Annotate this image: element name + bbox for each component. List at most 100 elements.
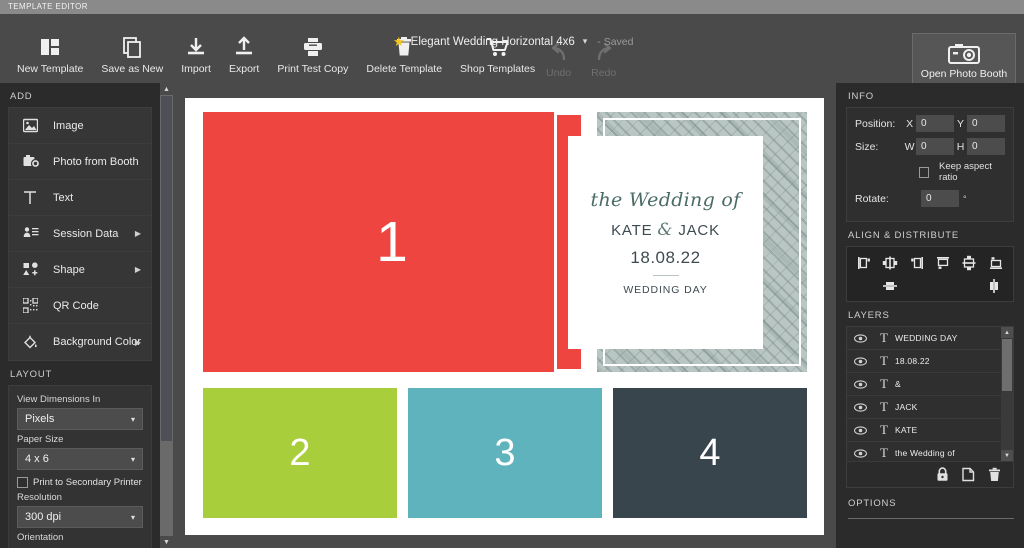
secondary-printer-checkbox-row[interactable]: Print to Secondary Printer [17,477,143,488]
chevron-right-icon: ▶ [135,229,141,238]
canvas-area[interactable]: 1 the Wedding of KATE & JACK 18.08.22 WE… [173,83,836,548]
placeholder-number: 2 [289,434,310,472]
align-bottom-icon[interactable] [984,252,1008,274]
template-editor-window: TEMPLATE EDITOR – ❐ ✕ New Template Save … [0,0,1024,548]
distribute-vertical-icon[interactable] [983,275,1005,297]
align-top-icon[interactable] [931,252,955,274]
lock-icon[interactable] [936,467,949,482]
eye-icon[interactable] [847,426,873,435]
add-item-qr-code[interactable]: QR Code [9,288,151,324]
text-layer-icon: T [873,399,895,415]
shop-templates-label: Shop Templates [460,63,535,75]
print-test-copy-label: Print Test Copy [277,63,348,75]
export-button[interactable]: Export [220,34,268,75]
photo-placeholder-2[interactable]: 2 [203,388,397,518]
layer-name: JACK [895,402,918,412]
align-center-horizontal-icon[interactable] [878,252,902,274]
add-item-label: Photo from Booth [53,156,139,168]
scroll-down-icon[interactable]: ▼ [160,536,173,548]
position-row: Position: X Y [855,115,1005,132]
template-paper[interactable]: 1 the Wedding of KATE & JACK 18.08.22 WE… [185,98,824,535]
add-item-shape[interactable]: Shape ▶ [9,252,151,288]
chevron-down-icon[interactable]: ▾ [583,36,588,47]
add-item-text[interactable]: Text [9,180,151,216]
layers-list[interactable]: T WEDDING DAY T 18.08.22 T & [847,327,1013,461]
new-template-button[interactable]: New Template [8,34,92,75]
save-as-new-button[interactable]: Save as New [92,34,172,75]
align-middle-vertical-icon[interactable] [957,252,981,274]
layer-name: WEDDING DAY [895,333,958,343]
scroll-up-icon[interactable]: ▲ [1001,327,1013,338]
add-item-photo-from-booth[interactable]: Photo from Booth [9,144,151,180]
layer-row[interactable]: T KATE [847,419,1013,442]
paper-size-value: 4 x 6 [25,453,49,465]
add-item-background-color[interactable]: Background Color ▶ [9,324,151,360]
options-section-heading: OPTIONS [848,498,1012,509]
qr-code-icon [23,298,49,313]
layer-row[interactable]: T the Wedding of [847,442,1013,461]
info-panel: Position: X Y Size: W H Keep aspect rati… [846,107,1014,222]
add-item-label: Background Color [53,336,141,348]
import-label: Import [181,63,211,75]
eye-icon[interactable] [847,380,873,389]
document-name[interactable]: Elegant Wedding Horizontal 4x6 [411,36,575,48]
eye-icon[interactable] [847,357,873,366]
layer-row[interactable]: T JACK [847,396,1013,419]
layers-panel: T WEDDING DAY T 18.08.22 T & [846,326,1014,488]
save-status: - Saved [597,36,633,48]
delete-trash-icon[interactable] [988,467,1001,482]
rotate-input[interactable] [921,190,959,207]
position-x-input[interactable] [916,115,954,132]
size-w-input[interactable] [916,138,954,155]
photo-placeholder-3[interactable]: 3 [408,388,602,518]
layer-name: KATE [895,425,917,435]
scrollbar-thumb[interactable] [161,96,172,441]
layer-row[interactable]: T WEDDING DAY [847,327,1013,350]
eye-icon[interactable] [847,403,873,412]
photo-placeholder-4[interactable]: 4 [613,388,807,518]
add-item-session-data[interactable]: Session Data ▶ [9,216,151,252]
size-h-input[interactable] [967,138,1005,155]
layer-row[interactable]: T & [847,373,1013,396]
keep-aspect-ratio-checkbox[interactable] [919,167,929,178]
wedding-script-line[interactable]: the Wedding of [591,189,741,211]
print-test-copy-button[interactable]: Print Test Copy [268,34,357,75]
wedding-subtitle[interactable]: WEDDING DAY [623,284,707,296]
align-left-icon[interactable] [852,252,876,274]
ampersand[interactable]: & [657,220,673,240]
view-dimensions-select[interactable]: Pixels ▾ [17,408,143,430]
duplicate-icon[interactable] [962,467,975,482]
window-titlebar: TEMPLATE EDITOR [0,0,1024,14]
position-y-input[interactable] [967,115,1005,132]
keep-aspect-ratio-row[interactable]: Keep aspect ratio [919,161,1005,183]
photo-placeholder-1[interactable]: 1 [203,112,581,372]
eye-icon[interactable] [847,449,873,458]
text-layer-icon: T [873,353,895,369]
left-sidebar-scrollbar[interactable]: ▲ ▼ [160,83,173,548]
scrollbar-thumb[interactable] [1002,339,1012,391]
secondary-printer-checkbox[interactable] [17,477,28,488]
name-right[interactable]: JACK [678,222,720,239]
distribute-horizontal-icon[interactable] [879,275,901,297]
scroll-up-icon[interactable]: ▲ [160,83,173,95]
scroll-down-icon[interactable]: ▼ [1001,450,1013,461]
layer-row[interactable]: T 18.08.22 [847,350,1013,373]
align-right-icon[interactable] [905,252,929,274]
wedding-date[interactable]: 18.08.22 [630,248,700,268]
import-button[interactable]: Import [172,34,220,75]
align-section-heading: ALIGN & DISTRIBUTE [836,222,1024,246]
shape-icon [23,262,49,277]
name-left[interactable]: KATE [611,222,652,239]
layers-scrollbar[interactable]: ▲ ▼ [1001,327,1013,461]
eye-icon[interactable] [847,334,873,343]
wedding-text-card[interactable]: the Wedding of KATE & JACK 18.08.22 WEDD… [568,136,763,349]
divider-rule [653,275,679,277]
add-item-image[interactable]: Image [9,108,151,144]
session-data-icon [23,226,49,241]
add-panel: Image Photo from Booth Text Session Data [8,107,152,361]
resolution-select[interactable]: 300 dpi ▾ [17,506,143,528]
open-photo-booth-button[interactable]: Open Photo Booth [912,33,1016,89]
paper-size-select[interactable]: 4 x 6 ▾ [17,448,143,470]
star-icon[interactable]: ★ [393,35,405,48]
y-axis-label: Y [954,118,967,130]
